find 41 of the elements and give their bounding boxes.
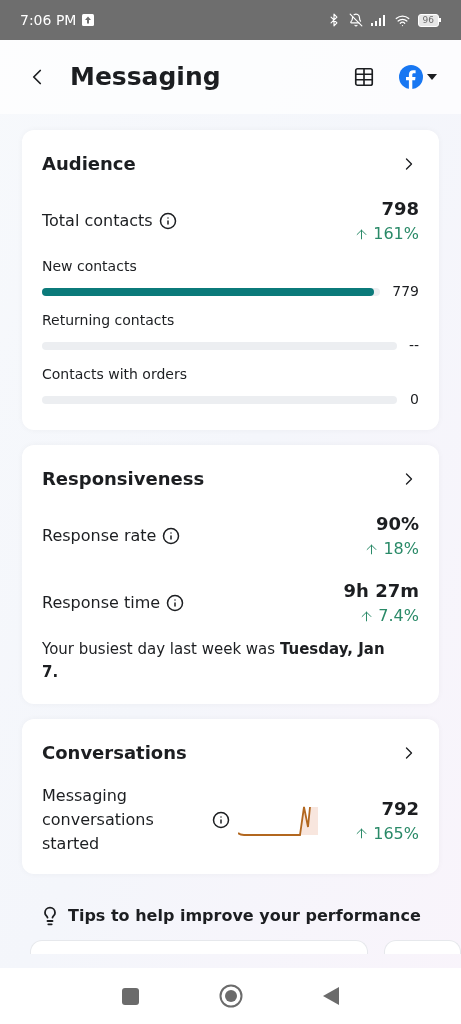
metric-label: Response time xyxy=(42,591,161,614)
bar-label: New contacts xyxy=(42,258,137,274)
change-percentage: 161% xyxy=(354,222,419,246)
metric-value: 9h 27m xyxy=(343,579,419,603)
metric-label: Messaging conversations started xyxy=(42,785,155,855)
bell-off-icon xyxy=(348,13,363,27)
upload-notification-icon xyxy=(82,14,95,26)
bar-reading: 779 xyxy=(392,282,419,301)
bar-label: Returning contacts xyxy=(42,312,175,328)
change-percentage: 165% xyxy=(354,821,419,846)
bar-label: Contacts with orders xyxy=(42,366,187,382)
info-icon[interactable] xyxy=(162,526,181,545)
wifi-icon xyxy=(394,12,410,28)
bar-reading: -- xyxy=(408,336,419,355)
caret-icon xyxy=(427,74,437,80)
card-title: Conversations xyxy=(42,741,187,765)
back-button[interactable] xyxy=(323,987,339,1005)
tips-heading: Tips to help improve your performance xyxy=(68,905,421,927)
metric-value: 90% xyxy=(375,512,419,536)
change-percentage: 7.4% xyxy=(359,604,419,628)
change-percentage: 18% xyxy=(364,537,419,561)
card-title: Audience xyxy=(42,152,136,176)
home-button[interactable] xyxy=(219,984,243,1008)
metric-label: Response rate xyxy=(42,524,157,547)
table-icon[interactable] xyxy=(353,66,375,88)
info-icon[interactable] xyxy=(166,593,185,612)
bar-reading: 0 xyxy=(409,390,419,409)
busiest-day-note: Your busiest day last week was Tuesday, Jan 7. xyxy=(42,639,386,683)
metric-label: Total contacts xyxy=(42,209,153,232)
battery-indicator: 96 xyxy=(417,13,441,27)
status-time: 7:06 PM xyxy=(20,10,77,30)
metric-value: 792 xyxy=(381,796,419,821)
page-title: Messaging xyxy=(70,61,221,94)
recents-button[interactable] xyxy=(122,987,139,1005)
card-title: Responsiveness xyxy=(42,467,205,491)
info-icon[interactable] xyxy=(212,811,230,829)
signal-icon xyxy=(370,14,387,26)
metric-value: 798 xyxy=(381,197,419,221)
account-switcher[interactable] xyxy=(399,65,437,89)
facebook-icon xyxy=(399,65,423,89)
info-icon[interactable] xyxy=(158,211,177,230)
